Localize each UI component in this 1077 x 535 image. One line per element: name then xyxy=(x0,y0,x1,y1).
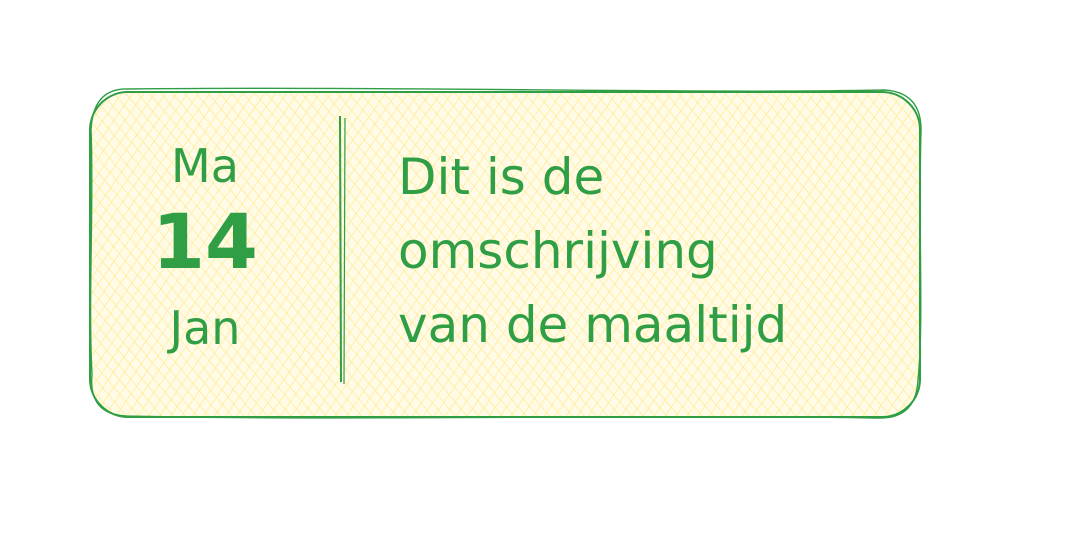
description-line: omschrijving xyxy=(398,222,718,280)
divider-line xyxy=(339,115,342,383)
weekday-label: Ma xyxy=(171,139,239,193)
meal-description: Dit is de omschrijving van de maaltijd xyxy=(398,140,918,362)
description-line: Dit is de xyxy=(398,148,605,206)
canvas: Ma 14 Jan Dit is de omschrijving van de … xyxy=(0,0,1077,535)
day-number: 14 xyxy=(152,197,258,286)
month-label: Jan xyxy=(169,301,241,355)
description-line: van de maaltijd xyxy=(398,296,788,354)
date-block: Ma 14 Jan xyxy=(110,128,300,368)
